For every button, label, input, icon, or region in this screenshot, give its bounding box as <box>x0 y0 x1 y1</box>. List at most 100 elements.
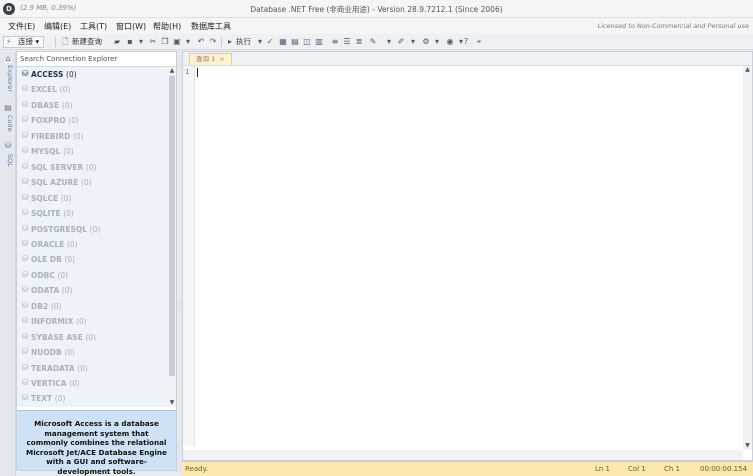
gear-icon[interactable]: ⚙ <box>421 37 431 47</box>
database-icon: ⛁ <box>21 208 29 218</box>
database-icon: ⛁ <box>21 99 29 109</box>
database-icon: ⛁ <box>21 192 29 202</box>
connect-button[interactable]: ⚡ 连接 ▾ <box>3 36 45 48</box>
scroll-thumb[interactable] <box>169 76 175 376</box>
layout-icon[interactable]: ▥ <box>314 37 324 47</box>
database-icon: ⛁ <box>21 177 29 187</box>
align-icon[interactable]: ≡ <box>330 37 340 47</box>
chevron-down-icon[interactable]: ▼ <box>743 442 752 450</box>
database-icon: ⛁ <box>21 331 29 341</box>
new-query-icon: 🗋 <box>61 37 69 46</box>
table-icon[interactable]: ▤ <box>290 37 300 47</box>
database-icon: ⛁ <box>21 316 29 326</box>
editor-horizontal-scrollbar[interactable] <box>183 450 743 460</box>
connection-item-vertica[interactable]: ⛁ VERTICA (0) <box>17 376 168 391</box>
connection-item-informix[interactable]: ⛁ INFORMIX (0) <box>17 314 168 329</box>
dropdown-icon[interactable]: ▾ <box>384 37 394 47</box>
side-tab-strip: ⌂ Explorer ▤ Code ⛁ SQL <box>0 51 16 476</box>
connection-item-access[interactable]: ⛁ ACCESS (0) <box>17 67 168 82</box>
dropdown-icon[interactable]: ▾ <box>255 37 265 47</box>
save-icon[interactable]: ▪ <box>125 37 135 47</box>
line-gutter: 1 <box>183 66 195 446</box>
connection-item-sqlite[interactable]: ⛁ SQLITE (0) <box>17 206 168 221</box>
connection-item-mysql[interactable]: ⛁ MYSQL (0) <box>17 144 168 159</box>
search-input[interactable]: Search Connection Explorer <box>17 52 176 67</box>
connection-item-sql-azure[interactable]: ⛁ SQL AZURE (0) <box>17 175 168 190</box>
pin-icon[interactable]: ⌖ <box>474 37 484 47</box>
connection-label: SQL AZURE (0) <box>31 178 92 188</box>
list-icon[interactable]: ☰ <box>342 37 352 47</box>
cut-icon[interactable]: ✂ <box>148 37 158 47</box>
database-icon: ⛁ <box>21 269 29 279</box>
wrench-icon[interactable]: ✎ <box>368 37 378 47</box>
tab-sql[interactable]: SQL <box>2 154 14 167</box>
connection-item-text[interactable]: ⛁ TEXT (0) <box>17 391 168 406</box>
connection-item-excel[interactable]: ⛁ EXCEL (0) <box>17 82 168 97</box>
connection-item-dbase[interactable]: ⛁ DBASE (0) <box>17 98 168 113</box>
license-note: Licensed to Non-Commercial and Personal … <box>597 22 749 30</box>
brush-icon[interactable]: ✐ <box>396 37 406 47</box>
status-column: Col 1 <box>628 465 646 473</box>
connection-item-ole-db[interactable]: ⛁ OLE DB (0) <box>17 252 168 267</box>
open-folder-icon[interactable]: ▰ <box>112 37 122 47</box>
text-caret[interactable] <box>197 68 198 77</box>
execute-button[interactable]: 执行 <box>236 36 251 48</box>
connection-label: DBASE (0) <box>31 100 73 110</box>
new-query-button[interactable]: 新建查询 <box>72 36 102 48</box>
menu-window[interactable]: 窗口(W) <box>116 21 146 32</box>
check-syntax-icon[interactable]: ✓ <box>265 37 275 47</box>
status-line: Ln 1 <box>595 465 611 473</box>
editor-vertical-scrollbar[interactable]: ▲ ▼ <box>743 66 752 450</box>
status-elapsed-time: 00:00:00.154 <box>700 465 748 473</box>
connection-item-teradata[interactable]: ⛁ TERADATA (0) <box>17 361 168 376</box>
dropdown-icon[interactable]: ▾ <box>183 37 193 47</box>
connection-item-firebird[interactable]: ⛁ FIREBIRD (0) <box>17 129 168 144</box>
format-icon[interactable]: ≣ <box>354 37 364 47</box>
grid-icon[interactable]: ▦ <box>278 37 288 47</box>
connection-item-sql-server[interactable]: ⛁ SQL SERVER (0) <box>17 160 168 175</box>
dropdown-icon[interactable]: ▾ <box>136 37 146 47</box>
dropdown-icon[interactable]: ▾ <box>432 37 442 47</box>
chevron-up-icon[interactable]: ▲ <box>743 66 752 74</box>
paste-icon[interactable]: ▣ <box>172 37 182 47</box>
window-icon[interactable]: ◫ <box>302 37 312 47</box>
menu-edit[interactable]: 编辑(E) <box>44 21 71 32</box>
connection-item-nuodb[interactable]: ⛁ NUODB (0) <box>17 345 168 360</box>
copy-icon[interactable]: ❐ <box>160 37 170 47</box>
database-icon: ⛁ <box>21 84 29 94</box>
database-icon: ⛁ <box>21 362 29 372</box>
connection-label: POSTGRESQL (0) <box>31 224 101 234</box>
connection-label: EXCEL (0) <box>31 85 71 95</box>
menu-db-tools[interactable]: 数据库工具 <box>191 21 231 32</box>
close-icon[interactable]: × <box>219 55 224 63</box>
connection-item-postgresql[interactable]: ⛁ POSTGRESQL (0) <box>17 222 168 237</box>
connection-item-foxpro[interactable]: ⛁ FOXPRO (0) <box>17 113 168 128</box>
database-icon: ⛁ <box>21 347 29 357</box>
connection-item-oracle[interactable]: ⛁ ORACLE (0) <box>17 237 168 252</box>
sql-tab-icon: ⛁ <box>4 141 12 150</box>
connection-label: MYSQL (0) <box>31 147 74 157</box>
menu-tools[interactable]: 工具(T) <box>80 21 107 32</box>
chevron-down-icon[interactable]: ▼ <box>168 399 176 407</box>
connection-item-odata[interactable]: ⛁ ODATA (0) <box>17 283 168 298</box>
menu-help[interactable]: 帮助(H) <box>153 21 181 32</box>
tab-code[interactable]: Code <box>2 115 14 132</box>
chevron-up-icon[interactable]: ▲ <box>168 67 176 75</box>
database-icon: ⛁ <box>21 161 29 171</box>
explorer-scrollbar[interactable]: ▲ ▼ <box>168 67 176 407</box>
connection-item-db2[interactable]: ⛁ DB2 (0) <box>17 299 168 314</box>
query-editor: 查询 1 × 1 ▲ ▼ <box>182 51 753 461</box>
redo-icon[interactable]: ↷ <box>208 37 218 47</box>
tab-query-1[interactable]: 查询 1 × <box>189 53 232 65</box>
tab-explorer[interactable]: Explorer <box>2 65 14 92</box>
connection-item-sybase-ase[interactable]: ⛁ SYBASE ASE (0) <box>17 330 168 345</box>
dropdown-icon[interactable]: ▾ <box>408 37 418 47</box>
help-icon[interactable]: ? <box>461 37 471 47</box>
connection-item-odbc[interactable]: ⛁ ODBC (0) <box>17 268 168 283</box>
splitter-grip-icon[interactable]: ⋮ <box>178 299 184 309</box>
connection-item-sqlce[interactable]: ⛁ SQLCE (0) <box>17 191 168 206</box>
database-icon: ⛁ <box>21 130 29 140</box>
options-icon[interactable]: ◉ <box>445 37 455 47</box>
menu-file[interactable]: 文件(E) <box>8 21 35 32</box>
undo-icon[interactable]: ↶ <box>196 37 206 47</box>
